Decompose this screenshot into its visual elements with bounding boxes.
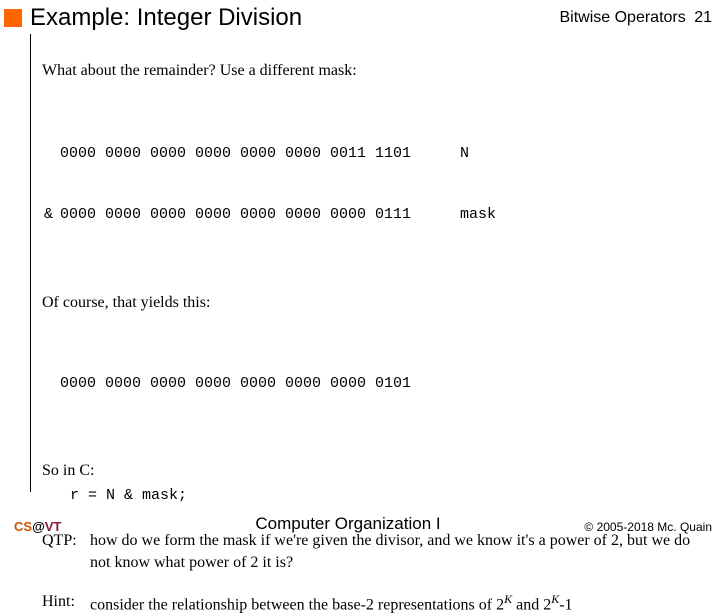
hint-row: Hint: consider the relationship between … (42, 591, 700, 616)
footer-copyright: © 2005-2018 Mc. Quain (552, 520, 712, 534)
page-number: 21 (694, 9, 712, 26)
and-operator: & (44, 205, 60, 225)
label-mask: mask (460, 205, 540, 225)
footer-vt: VT (45, 519, 62, 534)
qtp-row: QTP: how do we form the mask if we're gi… (42, 530, 700, 573)
section-label: Bitwise Operators (559, 9, 685, 26)
footer-at: @ (32, 519, 45, 534)
bits-n: 0000 0000 0000 0000 0000 0000 0011 1101 (60, 144, 460, 164)
orange-square-icon (4, 9, 22, 27)
blank-operator (44, 144, 60, 164)
ofcourse-text: Of course, that yields this: (42, 292, 700, 314)
slide-title: Example: Integer Division (30, 4, 559, 32)
slide: Example: Integer Division Bitwise Operat… (0, 0, 720, 540)
soinc-text: So in C: (42, 460, 700, 482)
intro-text: What about the remainder? Use a differen… (42, 60, 700, 82)
vertical-rule (30, 34, 31, 492)
hint-suffix: -1 (559, 597, 572, 614)
code-row-result: 0000 0000 0000 0000 0000 0000 0000 0101 (60, 374, 700, 394)
bitmask-code-block: 0000 0000 0000 0000 0000 0000 0011 1101 … (60, 104, 700, 266)
bits-result: 0000 0000 0000 0000 0000 0000 0000 0101 (60, 374, 460, 394)
qtp-label: QTP: (42, 530, 90, 573)
result-code-block: 0000 0000 0000 0000 0000 0000 0000 0101 (60, 333, 700, 434)
slide-footer: CS@VT Computer Organization I © 2005-201… (0, 514, 720, 534)
footer-cs: CS (14, 519, 32, 534)
slide-header: Example: Integer Division Bitwise Operat… (0, 0, 720, 34)
exp-k-2: K (551, 592, 559, 606)
hint-label: Hint: (42, 591, 90, 616)
footer-course: Computer Organization I (144, 514, 552, 534)
code-row-mask: & 0000 0000 0000 0000 0000 0000 0000 011… (60, 205, 700, 225)
qtp-text: how do we form the mask if we're given t… (90, 530, 700, 573)
bits-mask: 0000 0000 0000 0000 0000 0000 0000 0111 (60, 205, 460, 225)
hint-mid: and 2 (512, 597, 551, 614)
label-n: N (460, 144, 540, 164)
section-page: Bitwise Operators 21 (559, 9, 712, 27)
csvt-logo: CS@VT (14, 519, 144, 534)
code-row-n: 0000 0000 0000 0000 0000 0000 0011 1101 … (60, 144, 700, 164)
blank-operator-2 (44, 374, 60, 394)
exp-k-1: K (504, 592, 512, 606)
c-code-line: r = N & mask; (70, 486, 700, 506)
hint-prefix: consider the relationship between the ba… (90, 597, 504, 614)
hint-text: consider the relationship between the ba… (90, 591, 700, 616)
